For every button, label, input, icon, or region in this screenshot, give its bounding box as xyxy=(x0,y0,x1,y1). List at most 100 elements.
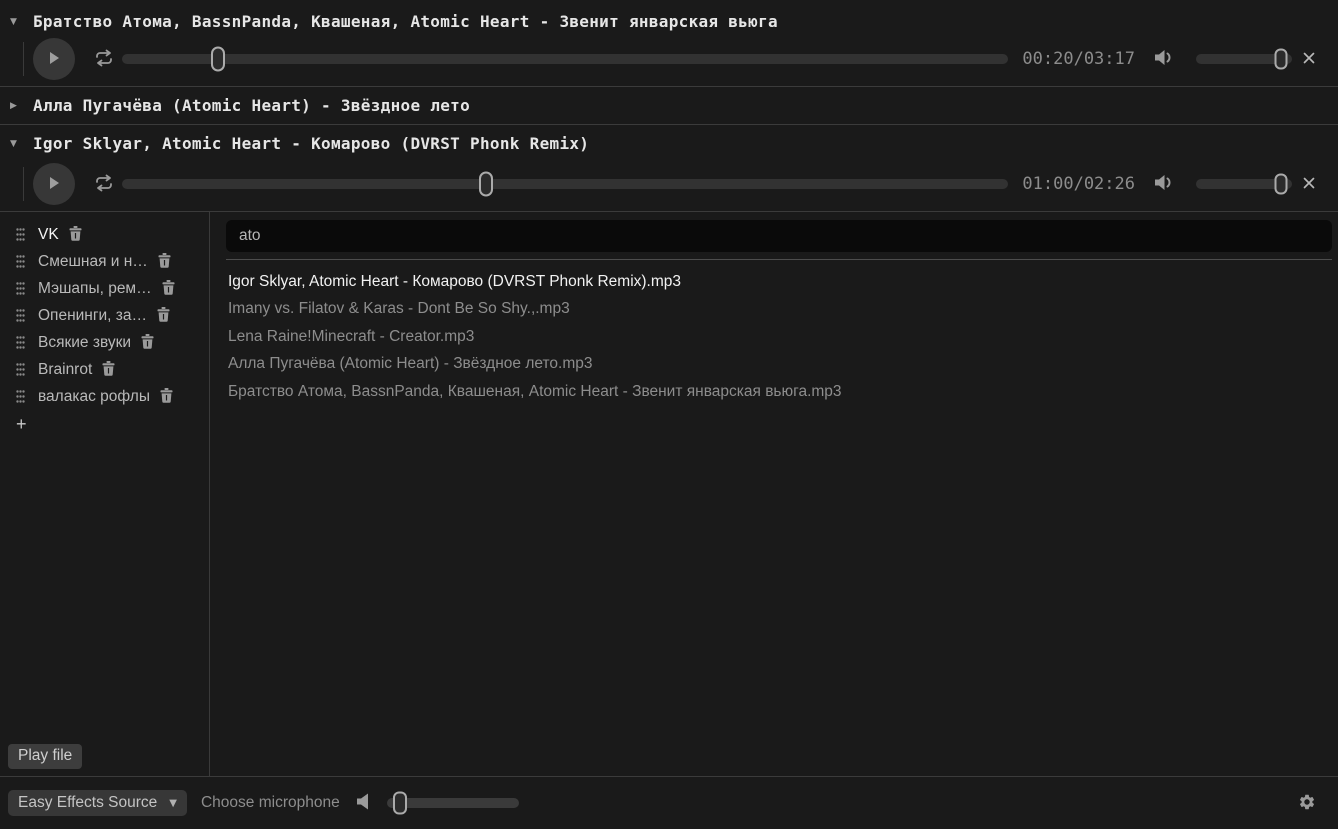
seek-handle[interactable] xyxy=(479,172,493,197)
track-1-title: Братство Атома, BassnPanda, Квашеная, At… xyxy=(33,12,778,31)
close-icon xyxy=(1302,176,1316,193)
sidebar-item-mashups[interactable]: Мэшапы, рем… xyxy=(0,275,209,302)
mic-volume-slider[interactable] xyxy=(387,789,519,817)
volume-slider[interactable] xyxy=(1196,45,1292,73)
playlist-label: Смешная и н… xyxy=(38,253,148,271)
file-browser: Igor Sklyar, Atomic Heart - Комарово (DV… xyxy=(210,212,1338,776)
playlist-label: Всякие звуки xyxy=(38,334,131,352)
sidebar-item-valakas[interactable]: валакас рофлы xyxy=(0,383,209,410)
expander-open-icon: ▼ xyxy=(10,17,24,27)
time-display: 01:00/02:26 xyxy=(1022,174,1135,194)
settings-button[interactable] xyxy=(1298,793,1316,814)
trash-icon xyxy=(158,253,171,271)
drag-handle-icon[interactable] xyxy=(16,255,25,268)
volume-button[interactable] xyxy=(1153,48,1174,70)
file-list: Igor Sklyar, Atomic Heart - Комарово (DV… xyxy=(226,268,1332,405)
indent-line xyxy=(23,42,24,76)
expander-open-icon: ▼ xyxy=(10,139,24,149)
drag-handle-icon[interactable] xyxy=(16,309,25,322)
chevron-down-icon: ▼ xyxy=(169,798,177,809)
sidebar-item-vk[interactable]: VK xyxy=(0,221,209,248)
playlist-label: VK xyxy=(38,226,59,244)
trash-icon xyxy=(157,307,170,325)
seek-handle[interactable] xyxy=(211,47,225,72)
delete-playlist-button[interactable] xyxy=(102,361,115,379)
close-track-button[interactable] xyxy=(1302,51,1316,68)
mic-volume-handle[interactable] xyxy=(393,792,407,815)
delete-playlist-button[interactable] xyxy=(141,334,154,352)
file-item[interactable]: Igor Sklyar, Atomic Heart - Комарово (DV… xyxy=(226,268,1332,295)
file-item[interactable]: Братство Атома, BassnPanda, Квашеная, At… xyxy=(226,378,1332,405)
speaker-icon xyxy=(1153,173,1174,195)
sidebar-item-sounds[interactable]: Всякие звуки xyxy=(0,329,209,356)
volume-button[interactable] xyxy=(1153,173,1174,195)
sidebar-item-brainrot[interactable]: Brainrot xyxy=(0,356,209,383)
play-button[interactable] xyxy=(33,163,75,205)
track-2-title: Алла Пугачёва (Atomic Heart) - Звёздное … xyxy=(33,96,470,115)
playlist-label: Мэшапы, рем… xyxy=(38,280,152,298)
seek-track xyxy=(122,54,1008,64)
file-item[interactable]: Imany vs. Filatov & Karas - Dont Be So S… xyxy=(226,295,1332,322)
delete-playlist-button[interactable] xyxy=(158,253,171,271)
file-item[interactable]: Lena Raine!Minecraft - Creator.mp3 xyxy=(226,323,1332,350)
playlist-label: валакас рофлы xyxy=(38,388,150,406)
trash-icon xyxy=(141,334,154,352)
audio-source-label: Easy Effects Source xyxy=(18,794,157,812)
play-button[interactable] xyxy=(33,38,75,80)
volume-handle[interactable] xyxy=(1275,174,1288,195)
track-1: ▼ Братство Атома, BassnPanda, Квашеная, … xyxy=(0,6,1338,87)
seek-track xyxy=(122,179,1008,189)
drag-handle-icon[interactable] xyxy=(16,363,25,376)
drag-handle-icon[interactable] xyxy=(16,282,25,295)
sidebar-item-openings[interactable]: Опенинги, за… xyxy=(0,302,209,329)
track-1-header[interactable]: ▼ Братство Атома, BassnPanda, Квашеная, … xyxy=(0,6,1338,37)
seek-slider[interactable] xyxy=(122,170,1008,198)
playlist-label: Опенинги, за… xyxy=(38,307,147,325)
repeat-icon xyxy=(94,49,114,70)
play-icon xyxy=(48,51,60,68)
play-file-button[interactable]: Play file xyxy=(8,744,82,769)
file-item[interactable]: Алла Пугачёва (Atomic Heart) - Звёздное … xyxy=(226,350,1332,377)
playlist-label: Brainrot xyxy=(38,361,92,379)
choose-microphone-label: Choose microphone xyxy=(201,794,340,812)
delete-playlist-button[interactable] xyxy=(69,226,82,244)
seek-slider[interactable] xyxy=(122,45,1008,73)
gear-icon xyxy=(1298,793,1316,814)
close-icon xyxy=(1302,51,1316,68)
track-3-title: Igor Sklyar, Atomic Heart - Комарово (DV… xyxy=(33,134,589,153)
delete-playlist-button[interactable] xyxy=(162,280,175,298)
close-track-button[interactable] xyxy=(1302,176,1316,193)
repeat-icon xyxy=(94,174,114,195)
delete-playlist-button[interactable] xyxy=(157,307,170,325)
expander-closed-icon: ▶ xyxy=(10,101,24,111)
search-input[interactable] xyxy=(226,220,1332,252)
drag-handle-icon[interactable] xyxy=(16,228,25,241)
repeat-button[interactable] xyxy=(94,49,114,70)
trash-icon xyxy=(69,226,82,244)
add-playlist-button[interactable]: + xyxy=(10,412,40,436)
main-area: VK xyxy=(0,212,1338,776)
trash-icon xyxy=(162,280,175,298)
speaker-icon xyxy=(1153,48,1174,70)
drag-handle-icon[interactable] xyxy=(16,336,25,349)
time-display: 00:20/03:17 xyxy=(1022,49,1135,69)
mic-mute-button[interactable] xyxy=(356,793,370,813)
trash-icon xyxy=(102,361,115,379)
speaker-muted-icon xyxy=(356,793,370,813)
track-3-header[interactable]: ▼ Igor Sklyar, Atomic Heart - Комарово (… xyxy=(0,125,1338,162)
sidebar-bottom: Play file xyxy=(0,744,209,776)
play-icon xyxy=(48,176,60,193)
drag-handle-icon[interactable] xyxy=(16,390,25,403)
repeat-button[interactable] xyxy=(94,174,114,195)
track-2-header[interactable]: ▶ Алла Пугачёва (Atomic Heart) - Звёздно… xyxy=(0,87,1338,124)
delete-playlist-button[interactable] xyxy=(160,388,173,406)
track-1-player: 00:20/03:17 xyxy=(0,37,1338,81)
search-underline xyxy=(226,259,1332,260)
volume-handle[interactable] xyxy=(1275,49,1288,70)
audio-source-dropdown[interactable]: Easy Effects Source ▼ xyxy=(8,790,187,816)
soundboard-app: ▼ Братство Атома, BassnPanda, Квашеная, … xyxy=(0,0,1338,829)
microphone-bar: Easy Effects Source ▼ Choose microphone xyxy=(0,776,1338,829)
volume-slider[interactable] xyxy=(1196,170,1292,198)
track-player-list: ▼ Братство Атома, BassnPanda, Квашеная, … xyxy=(0,0,1338,212)
sidebar-item-smeshnaya[interactable]: Смешная и н… xyxy=(0,248,209,275)
